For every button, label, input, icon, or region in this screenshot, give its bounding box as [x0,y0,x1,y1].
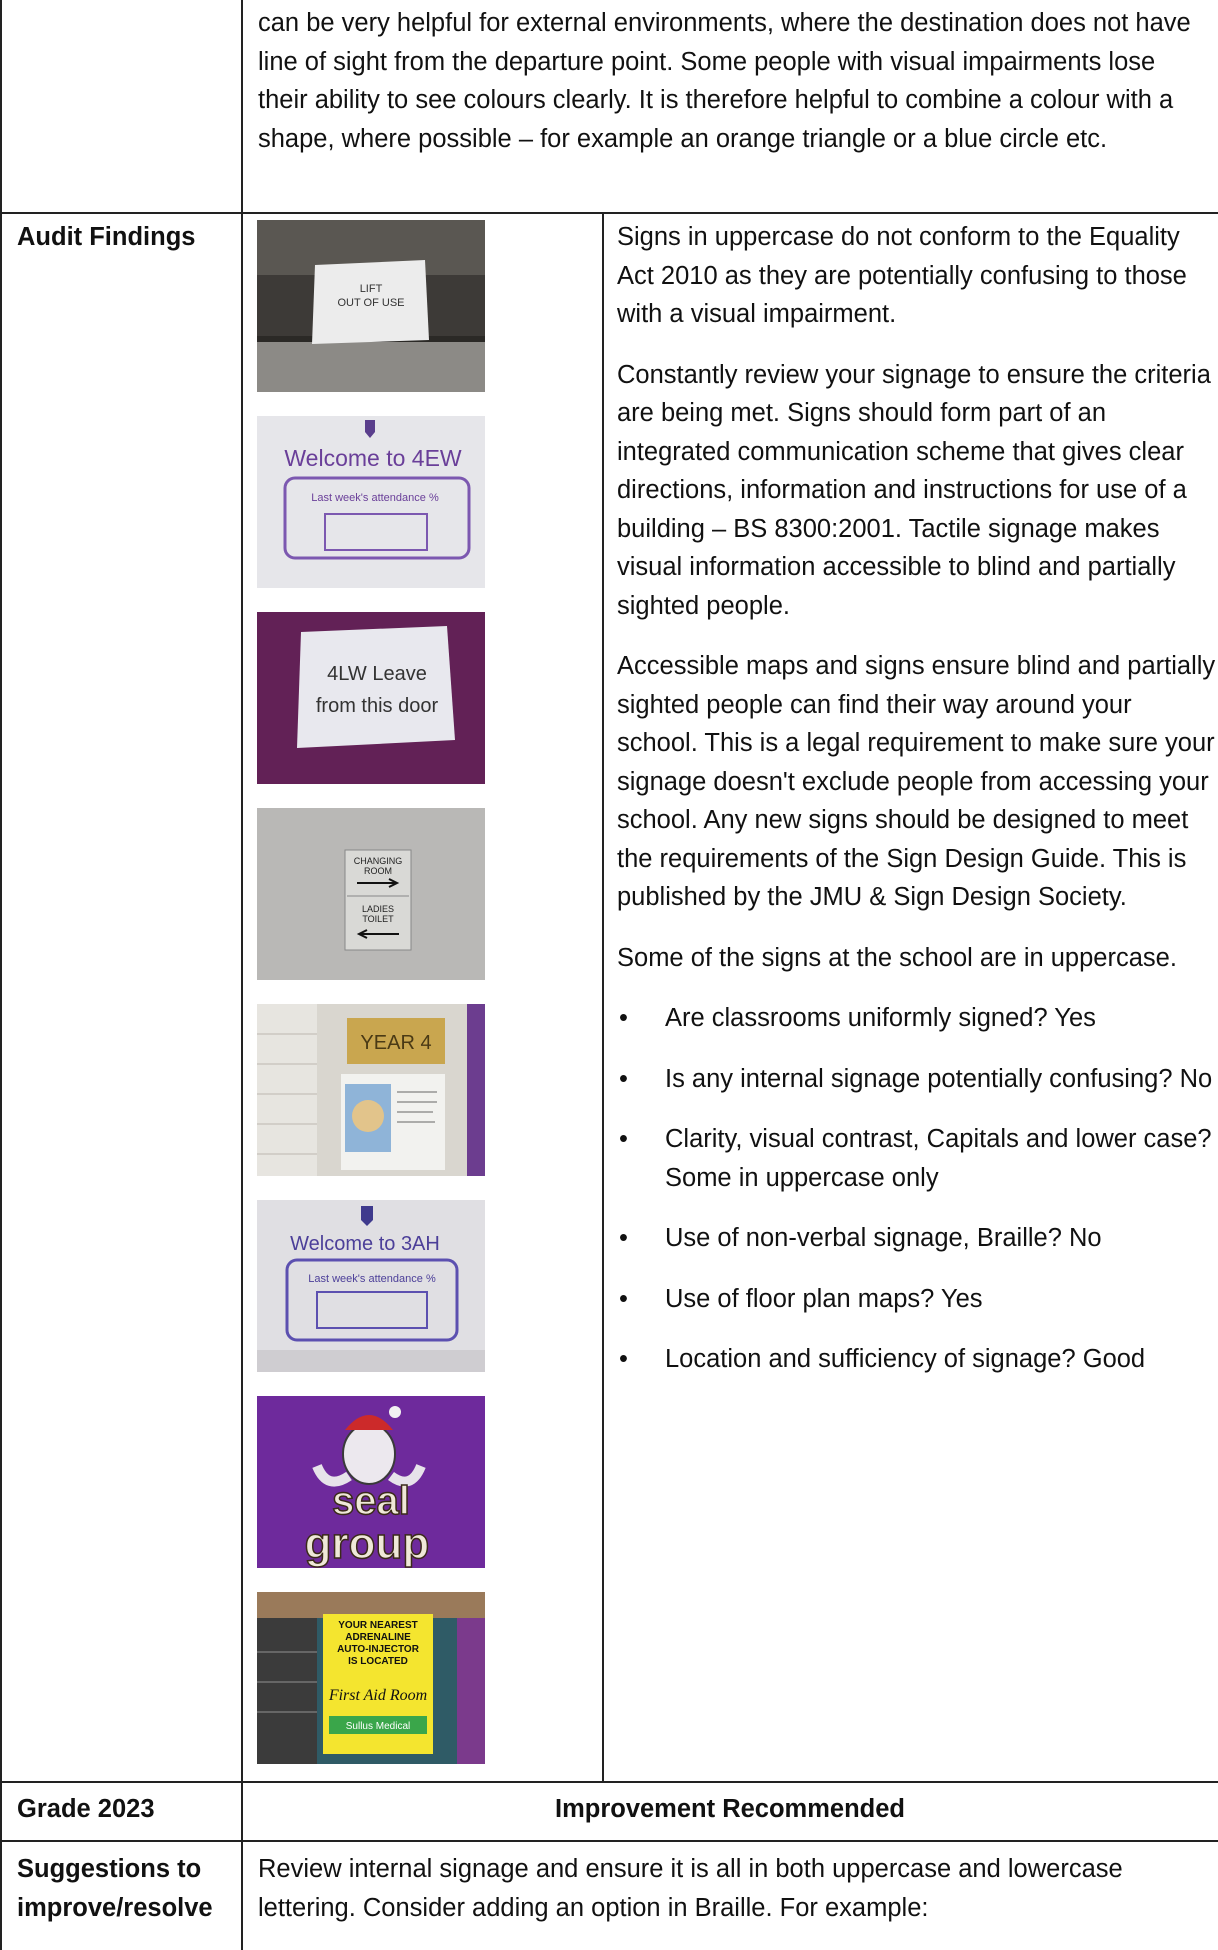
photo-year-4-sign: YEAR 4 [257,1004,485,1176]
photo-welcome-3ah: Welcome to 3AH Last week's attendance % [257,1200,485,1372]
findings-paragraph: Accessible maps and signs ensure blind a… [617,652,1216,911]
adrenaline-line2: ADRENALINE [345,1632,411,1643]
leave-sign-line1: 4LW Leave [327,663,427,685]
leave-sign-line2: from this door [316,695,439,717]
column-divider-findings [602,213,604,1782]
row-divider [0,1840,1218,1842]
suggestions-text: Review internal signage and ensure it is… [258,1855,1123,1922]
welcome-3ah-title: Welcome to 3AH [290,1233,440,1255]
photo-changing-room-sign: CHANGING ROOM LADIES TOILET [257,808,485,980]
welcome-3ah-sub: Last week's attendance % [308,1273,436,1285]
suggestions-label-line2: improve/resolve [17,1893,213,1922]
adrenaline-line4: IS LOCATED [348,1656,408,1667]
photo-adrenaline-sign: YOUR NEAREST ADRENALINE AUTO-INJECTOR IS… [257,1592,485,1764]
row-divider [0,1781,1218,1783]
findings-text: Signs in uppercase do not conform to the… [617,218,1217,1401]
welcome-4ew-sub: Last week's attendance % [311,492,439,504]
adrenaline-line3: AUTO-INJECTOR [337,1644,420,1655]
changing-line1: CHANGING [354,856,403,866]
changing-line2: ROOM [364,866,392,876]
audit-findings-label: Audit Findings [17,223,196,251]
suggestions-label-line1: Suggestions to [17,1855,202,1883]
checklist-item: Is any internal signage potentially conf… [617,1060,1217,1099]
checklist-item: Clarity, visual contrast, Capitals and l… [617,1120,1217,1197]
lift-sign-line2: OUT OF USE [337,297,404,309]
findings-checklist: Are classrooms uniformly signed? Yes Is … [617,999,1217,1379]
row-divider [0,212,1218,214]
checklist-item: Location and sufficiency of signage? Goo… [617,1340,1217,1379]
adrenaline-brand: Sullus Medical [346,1721,410,1732]
adrenaline-handwritten: First Aid Room [328,1687,427,1704]
intro-paragraph: can be very helpful for external environ… [258,9,1191,153]
column-divider [241,0,243,1950]
ladies-line2: TOILET [362,914,394,924]
photo-4lw-leave: 4LW Leave from this door [257,612,485,784]
findings-paragraph: Signs in uppercase do not conform to the… [617,223,1187,328]
photo-seal-group: seal group [257,1396,485,1568]
grade-label: Grade 2023 [17,1795,155,1823]
checklist-item: Use of floor plan maps? Yes [617,1280,1217,1319]
adrenaline-line1: YOUR NEAREST [338,1620,417,1631]
year-4-plate: YEAR 4 [360,1032,431,1054]
lift-sign-line1: LIFT [360,283,383,295]
checklist-item: Are classrooms uniformly signed? Yes [617,999,1217,1038]
suggestions-label: Suggestions to improve/resolve [17,1850,213,1927]
findings-paragraph: Some of the signs at the school are in u… [617,943,1177,972]
grade-value: Improvement Recommended [554,1795,905,1823]
photo-lift-out-of-use: LIFT OUT OF USE [257,220,485,392]
group-word: group [305,1519,430,1568]
photo-welcome-4ew: Welcome to 4EW Last week's attendance % [257,416,485,588]
welcome-4ew-title: Welcome to 4EW [284,445,462,471]
ladies-line1: LADIES [362,904,394,914]
checklist-item: Use of non-verbal signage, Braille? No [617,1219,1217,1258]
findings-paragraph: Constantly review your signage to ensure… [617,360,1211,620]
seal-word: seal [332,1479,410,1523]
table-left-border [0,0,2,1950]
